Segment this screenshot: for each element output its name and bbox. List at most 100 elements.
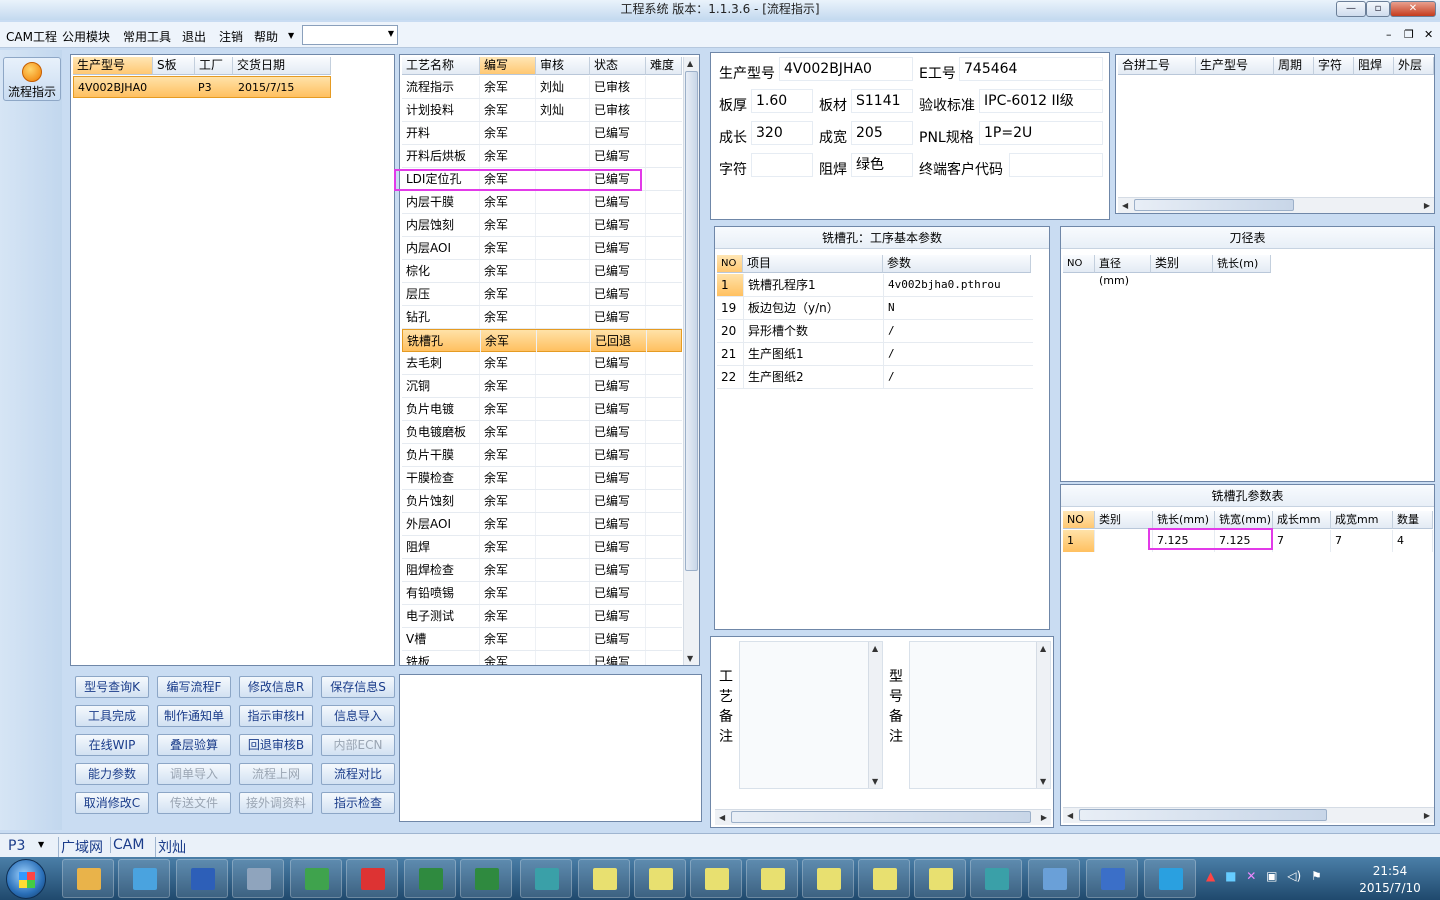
taskbar-app-button[interactable] — [802, 859, 854, 898]
table-row[interactable]: 外层AOI 余军 已编写 — [402, 513, 682, 536]
taskbar-app-button[interactable] — [232, 859, 284, 898]
table-row[interactable]: 4V002BJHA0 P3 2015/7/15 — [73, 76, 331, 98]
col-diameter[interactable]: 直径(mm) — [1095, 255, 1151, 287]
field-char[interactable] — [751, 153, 813, 177]
col-writer[interactable]: 编写 — [480, 57, 536, 75]
table-row[interactable]: 阻焊 余军 已编写 — [402, 536, 682, 559]
action-button[interactable]: 指示检查 — [321, 792, 395, 814]
action-button[interactable]: 传送文件 — [157, 792, 231, 814]
table-row[interactable]: 电子测试 余军 已编写 — [402, 605, 682, 628]
action-button[interactable]: 在线WIP — [75, 734, 149, 756]
taskbar-app-button[interactable] — [520, 859, 572, 898]
taskbar-app-button[interactable] — [1028, 859, 1080, 898]
col-combine[interactable]: 周期 — [1274, 57, 1314, 75]
table-row[interactable]: V槽 余军 已编写 — [402, 628, 682, 651]
chevron-down-icon[interactable]: ▼ — [38, 840, 44, 849]
col-slot[interactable]: 数量 — [1393, 511, 1433, 529]
table-row[interactable]: 阻焊检查 余军 已编写 — [402, 559, 682, 582]
action-button[interactable]: 流程上网 — [239, 763, 313, 785]
field-pnl[interactable]: 1P=2U — [979, 121, 1103, 145]
taskbar-app-button[interactable] — [690, 859, 742, 898]
flag-icon[interactable]: ⚑ — [1311, 869, 1322, 883]
col-slot[interactable]: NO — [1063, 511, 1095, 529]
col-process-name[interactable]: 工艺名称 — [402, 57, 480, 75]
action-button[interactable]: 指示审核H — [239, 705, 313, 727]
menu-help[interactable]: 帮助 — [254, 28, 278, 45]
action-button[interactable]: 修改信息R — [239, 676, 313, 698]
table-row[interactable]: 棕化 余军 已编写 — [402, 260, 682, 283]
col-combine[interactable]: 字符 — [1314, 57, 1354, 75]
menu-tools[interactable]: 常用工具 — [123, 28, 171, 45]
col-model[interactable]: 生产型号 — [73, 57, 153, 75]
col-reviewer[interactable]: 审核 — [536, 57, 590, 75]
maximize-button[interactable]: ▫ — [1366, 1, 1390, 17]
close-button[interactable]: ✕ — [1390, 1, 1436, 17]
col-combine[interactable]: 合拼工号 — [1118, 57, 1196, 75]
table-row[interactable]: 内层AOI 余军 已编写 — [402, 237, 682, 260]
taskbar-app-button[interactable] — [634, 859, 686, 898]
field-standard[interactable]: IPC-6012 II级 — [979, 89, 1103, 113]
action-button[interactable]: 接外调资料 — [239, 792, 313, 814]
tray-arrow-icon[interactable]: ▲ — [1206, 869, 1215, 883]
col-slot[interactable]: 成长mm — [1273, 511, 1331, 529]
col-mill-length[interactable]: 铣长(m) — [1213, 255, 1271, 273]
col-no[interactable]: NO — [1063, 255, 1095, 273]
mdi-minimize-icon[interactable]: – — [1386, 28, 1392, 41]
table-row[interactable]: 负片蚀刻 余军 已编写 — [402, 490, 682, 513]
scroll-thumb[interactable] — [731, 811, 1031, 823]
table-row[interactable]: 计划投料 余军 刘灿 已审核 — [402, 99, 682, 122]
action-button[interactable]: 编写流程F — [157, 676, 231, 698]
remarks-hscroll[interactable]: ◀ ▶ — [715, 809, 1051, 825]
scroll-thumb[interactable] — [685, 71, 698, 571]
table-row[interactable]: 内层干膜 余军 已编写 — [402, 191, 682, 214]
col-slot[interactable]: 成宽mm — [1331, 511, 1393, 529]
menu-logout[interactable]: 注销 — [219, 28, 243, 45]
taskbar-app-button[interactable] — [914, 859, 966, 898]
table-row[interactable]: 开料后烘板 余军 已编写 — [402, 145, 682, 168]
table-row[interactable]: 21 生产图纸1/ — [717, 343, 1033, 366]
action-button[interactable]: 叠层验算 — [157, 734, 231, 756]
notes-textarea[interactable] — [399, 674, 702, 822]
taskbar-app-button[interactable] — [746, 859, 798, 898]
action-button[interactable]: 工具完成 — [75, 705, 149, 727]
col-s-board[interactable]: S板 — [153, 57, 195, 75]
table-row[interactable]: 负片干膜 余军 已编写 — [402, 444, 682, 467]
scroll-left-icon[interactable]: ◀ — [1067, 811, 1073, 820]
col-combine[interactable]: 外层 — [1394, 57, 1434, 75]
taskbar-app-button[interactable] — [578, 859, 630, 898]
taskbar-app-button[interactable] — [404, 859, 456, 898]
toolbar-combo[interactable]: ▼ — [302, 25, 398, 45]
network-icon[interactable]: ▣ — [1266, 869, 1277, 883]
action-button[interactable]: 信息导入 — [321, 705, 395, 727]
action-button[interactable]: 回退审核B — [239, 734, 313, 756]
menu-public[interactable]: 公用模块 — [62, 28, 110, 45]
scroll-right-icon[interactable]: ▶ — [1424, 201, 1430, 210]
table-row[interactable]: 有铅喷锡 余军 已编写 — [402, 582, 682, 605]
col-item[interactable]: 项目 — [743, 255, 883, 273]
action-button[interactable]: 取消修改C — [75, 792, 149, 814]
table-row[interactable]: 铣槽孔 余军 已回退 — [402, 329, 682, 352]
nav-flow-button[interactable]: 流程指示 — [3, 57, 61, 101]
table-row[interactable]: 内层蚀刻 余军 已编写 — [402, 214, 682, 237]
field-material[interactable]: S1141 — [851, 89, 913, 113]
scroll-down-icon[interactable]: ▼ — [687, 654, 693, 663]
tray-app-icon[interactable]: ■ — [1225, 869, 1236, 883]
process-scrollbar[interactable]: ▲ ▼ — [683, 57, 699, 665]
col-combine[interactable]: 生产型号 — [1196, 57, 1274, 75]
taskbar-app-button[interactable] — [346, 859, 398, 898]
field-mask[interactable]: 绿色 — [851, 153, 913, 177]
taskbar-app-button[interactable] — [970, 859, 1022, 898]
col-no[interactable]: NO — [717, 255, 743, 273]
menu-cam[interactable]: CAM工程 — [6, 28, 57, 45]
slot-hscroll[interactable]: ◀ ▶ — [1063, 807, 1434, 823]
table-row[interactable]: 层压 余军 已编写 — [402, 283, 682, 306]
table-row[interactable]: 钻孔 余军 已编写 — [402, 306, 682, 329]
table-row[interactable]: 负片电镀 余军 已编写 — [402, 398, 682, 421]
table-row[interactable]: 22 生产图纸2/ — [717, 366, 1033, 389]
action-button[interactable]: 能力参数 — [75, 763, 149, 785]
table-row[interactable]: 负电镀磨板 余军 已编写 — [402, 421, 682, 444]
action-button[interactable]: 流程对比 — [321, 763, 395, 785]
col-slot[interactable]: 类别 — [1095, 511, 1153, 529]
combine-hscroll[interactable]: ◀ ▶ — [1118, 197, 1434, 213]
scroll-thumb[interactable] — [1134, 199, 1294, 211]
